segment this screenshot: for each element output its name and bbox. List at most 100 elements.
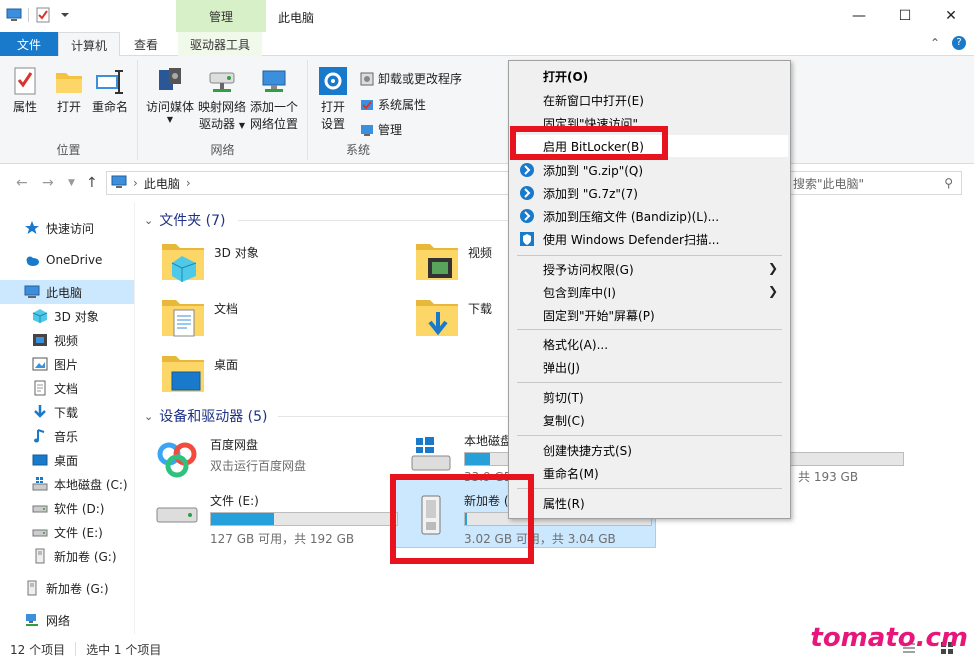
nav-this-pc[interactable]: 此电脑 — [0, 280, 134, 304]
drive-icon — [32, 500, 48, 516]
back-arrow-icon[interactable]: ← — [16, 175, 28, 191]
nav-local-disk-c[interactable]: 本地磁盘 (C:) — [0, 472, 134, 496]
computer-icon[interactable] — [6, 7, 22, 23]
manage-context-tab[interactable]: 管理 — [176, 0, 266, 32]
properties-icon — [10, 66, 40, 96]
minimize-button[interactable]: — — [836, 0, 882, 32]
drive-baidu-netdisk[interactable]: 百度网盘 双击运行百度网盘 — [154, 436, 306, 482]
forward-arrow-icon[interactable]: → — [42, 175, 54, 191]
nav-pane-divider — [134, 202, 135, 634]
folder-video-icon — [414, 238, 460, 284]
properties-icon[interactable] — [35, 7, 51, 23]
help-icon[interactable]: ? — [952, 36, 966, 50]
menu-item-create-shortcut[interactable]: 创建快捷方式(S) — [511, 439, 788, 461]
recent-chevron-icon[interactable]: ▼ — [68, 178, 75, 188]
title-bar: 管理 此电脑 — ☐ ✕ — [0, 0, 974, 32]
nav-soft-d[interactable]: 软件 (D:) — [0, 496, 134, 520]
menu-separator — [517, 488, 782, 489]
folders-section-header[interactable]: ⌄ 文件夹 (7) — [144, 210, 226, 230]
close-button[interactable]: ✕ — [928, 0, 974, 32]
folder-desktop[interactable]: 桌面 — [160, 350, 238, 396]
nav-file-e[interactable]: 文件 (E:) — [0, 520, 134, 544]
menu-item-eject[interactable]: 弹出(J) — [511, 356, 788, 378]
menu-item-open[interactable]: 打开(O) — [511, 65, 788, 87]
folder-3d-objects[interactable]: 3D 对象 — [160, 238, 259, 284]
menu-item-add-bandizip[interactable]: 添加到压缩文件 (Bandizip)(L)... — [511, 205, 788, 227]
network-drive-icon — [207, 66, 237, 96]
computer-icon — [24, 284, 40, 300]
folder-open-icon — [54, 66, 84, 96]
properties-button[interactable]: 属性 — [10, 66, 40, 116]
ribbon-group-location: 属性 打开 重命名 位置 — [0, 60, 138, 160]
usage-fill-file-e — [211, 513, 275, 525]
star-icon — [24, 220, 40, 236]
menu-item-format[interactable]: 格式化(A)... — [511, 333, 788, 355]
section-divider — [278, 416, 508, 417]
chevron-up-icon[interactable]: ⌃ — [930, 36, 940, 50]
tab-drive-tools[interactable]: 驱动器工具 — [178, 32, 263, 56]
uninstall-programs-button[interactable]: 卸载或更改程序 — [360, 70, 462, 87]
devices-section-header[interactable]: ⌄ 设备和驱动器 (5) — [144, 406, 268, 426]
search-input[interactable]: 搜索"此电脑" ⚲ — [790, 171, 962, 195]
ribbon: 属性 打开 重命名 位置 访问媒体 ▼ 映射网络 驱动器 ▼ 添加一个 网络位置… — [0, 56, 974, 164]
nav-new-volume-g[interactable]: 新加卷 (G:) — [0, 544, 134, 568]
up-arrow-icon[interactable]: ↑ — [86, 175, 98, 191]
breadcrumb-chevron-icon[interactable]: › — [186, 176, 191, 190]
media-icon — [155, 66, 185, 96]
baidu-netdisk-icon — [154, 436, 200, 482]
menu-item-add-7z[interactable]: 添加到 "G.7z"(7) — [511, 182, 788, 204]
open-settings-button[interactable]: 打开 设置 — [318, 66, 348, 133]
tab-view[interactable]: 查看 — [122, 32, 170, 56]
status-selected-count: 选中 1 个项目 — [86, 642, 162, 657]
folder-documents[interactable]: 文档 — [160, 294, 238, 340]
menu-item-include-library[interactable]: 包含到库中(I) ❯ — [511, 281, 788, 303]
folder-downloads[interactable]: 下载 — [414, 294, 492, 340]
nav-quick-access[interactable]: 快速访问 — [0, 216, 134, 240]
maximize-button[interactable]: ☐ — [882, 0, 928, 32]
nav-downloads[interactable]: 下载 — [0, 400, 134, 424]
qat-divider — [28, 8, 29, 22]
nav-3d-objects[interactable]: 3D 对象 — [0, 304, 134, 328]
nav-music[interactable]: 音乐 — [0, 424, 134, 448]
menu-item-add-zip[interactable]: 添加到 "G.zip"(Q) — [511, 159, 788, 181]
menu-item-rename[interactable]: 重命名(M) — [511, 462, 788, 484]
drive-file-e[interactable]: 文件 (E:) 127 GB 可用，共 192 GB — [154, 492, 398, 547]
search-icon[interactable]: ⚲ — [944, 176, 953, 190]
nav-videos[interactable]: 视频 — [0, 328, 134, 352]
menu-item-defender-scan[interactable]: 使用 Windows Defender扫描... — [511, 228, 788, 250]
add-network-location-button[interactable]: 添加一个 网络位置 — [250, 66, 298, 133]
menu-item-properties[interactable]: 属性(R) — [511, 492, 788, 514]
rename-button[interactable]: 重命名 — [92, 66, 128, 116]
drive-usage-bar — [210, 512, 398, 526]
menu-item-pin-start[interactable]: 固定到"开始"屏幕(P) — [511, 304, 788, 326]
menu-item-open-new-window[interactable]: 在新窗口中打开(E) — [511, 89, 788, 111]
folder-desktop-icon — [160, 350, 206, 396]
nav-network[interactable]: 网络 — [0, 608, 134, 632]
folder-videos[interactable]: 视频 — [414, 238, 492, 284]
ribbon-group-label: 位置 — [56, 143, 81, 157]
map-drive-button[interactable]: 映射网络 驱动器 ▼ — [198, 66, 246, 134]
ribbon-controls: ⌃ ? — [930, 36, 966, 50]
tab-file[interactable]: 文件 — [0, 32, 58, 56]
ribbon-group-network: 访问媒体 ▼ 映射网络 驱动器 ▼ 添加一个 网络位置 网络 — [138, 60, 308, 160]
manage-button[interactable]: 管理 — [360, 121, 402, 138]
breadcrumb-chevron-icon[interactable]: › — [133, 176, 138, 190]
drive-icon — [32, 524, 48, 540]
open-button[interactable]: 打开 — [54, 66, 84, 116]
tab-computer[interactable]: 计算机 — [58, 32, 121, 57]
menu-item-cut[interactable]: 剪切(T) — [511, 386, 788, 408]
section-divider — [238, 220, 508, 221]
nav-desktop[interactable]: 桌面 — [0, 448, 134, 472]
nav-documents[interactable]: 文档 — [0, 376, 134, 400]
nav-pictures[interactable]: 图片 — [0, 352, 134, 376]
menu-item-copy[interactable]: 复制(C) — [511, 409, 788, 431]
nav-onedrive[interactable]: OneDrive — [0, 248, 134, 272]
access-media-button[interactable]: 访问媒体 ▼ — [146, 66, 194, 124]
menu-item-grant-access[interactable]: 授予访问权限(G) ❯ — [511, 258, 788, 280]
breadcrumb-this-pc[interactable]: 此电脑 — [144, 175, 180, 192]
nav-new-volume-g-root[interactable]: 新加卷 (G:) — [0, 576, 134, 600]
chevron-down-icon[interactable] — [57, 7, 73, 23]
cloud-icon — [24, 252, 40, 268]
system-properties-button[interactable]: 系统属性 — [360, 96, 426, 113]
computer-icon — [111, 175, 127, 192]
